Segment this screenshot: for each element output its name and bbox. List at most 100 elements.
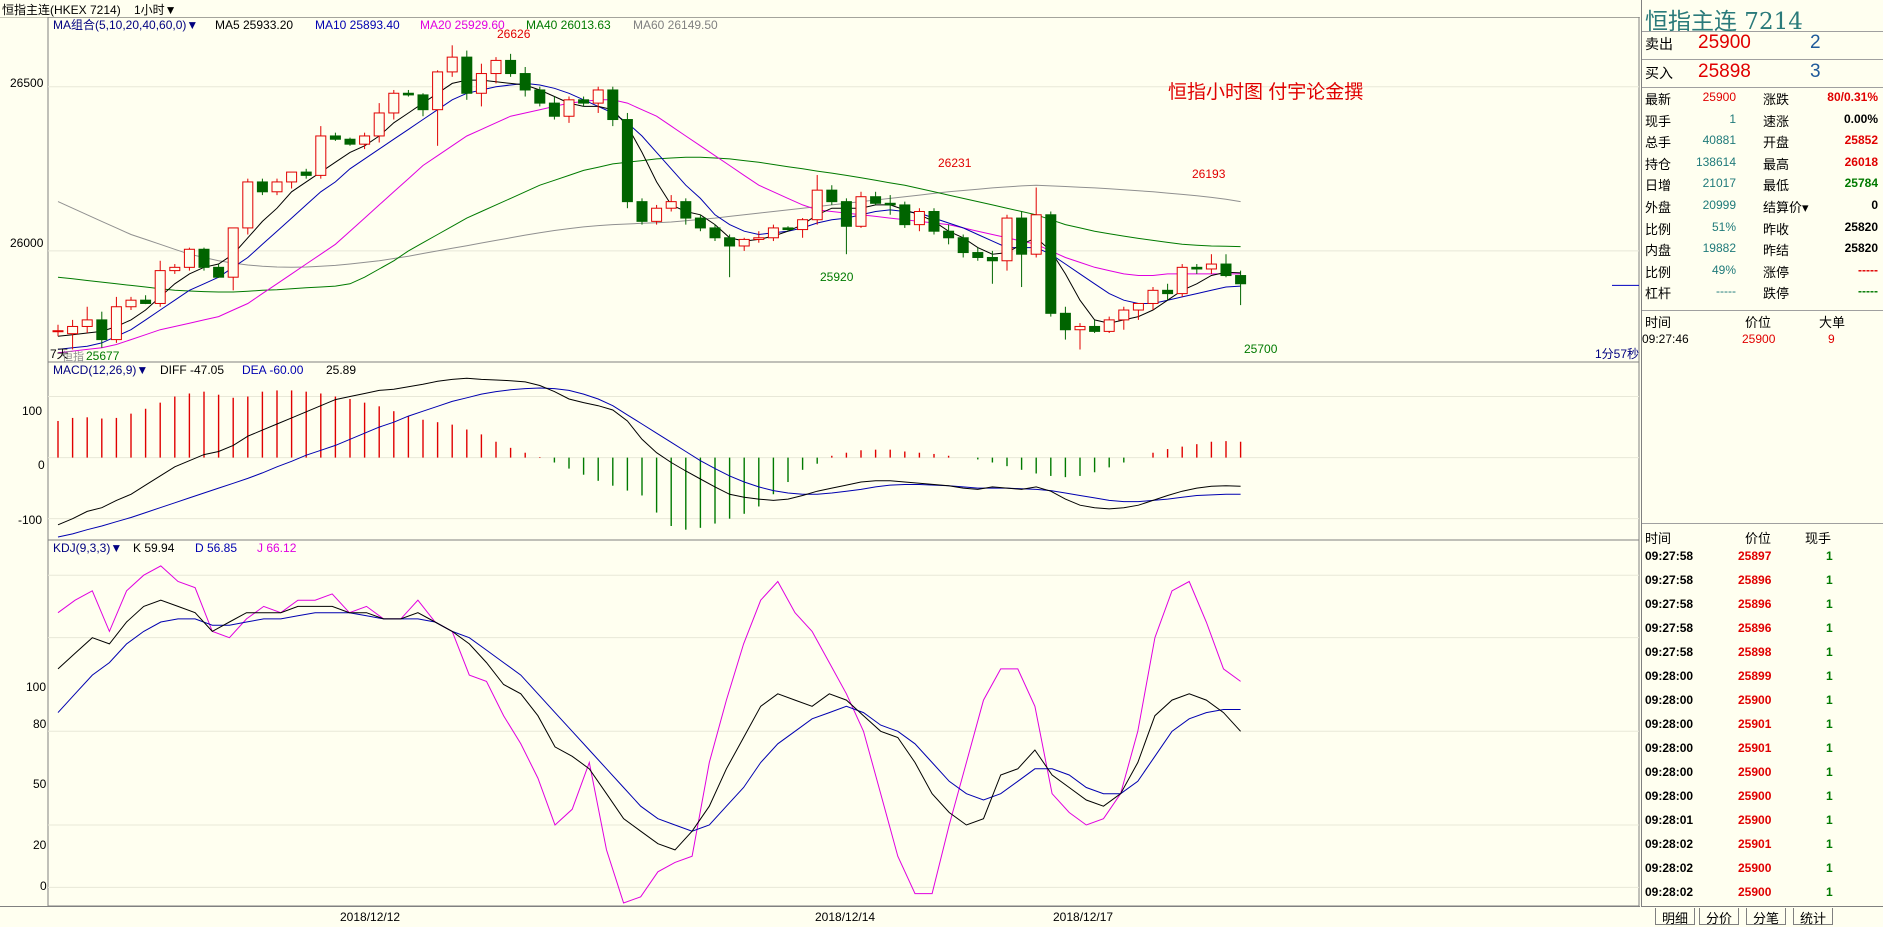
tick-row[interactable]: 09:28:00 25900 1 [1642,789,1883,810]
tick-qty: 1 [1826,885,1833,899]
kdj-panel-frame [47,539,1640,907]
tick-row[interactable]: 09:28:00 25899 1 [1642,669,1883,690]
big-order-row[interactable]: 09:27:46 25900 9 [1642,332,1883,353]
stat-label: 持仓 [1645,156,1672,172]
tick-row[interactable]: 09:27:58 25898 1 [1642,645,1883,666]
candle [1147,287,1159,311]
stats-row: 比例 49% 涨停 ----- [1642,262,1883,283]
tick-qty: 1 [1826,861,1833,875]
candle-body [928,210,940,232]
candle [490,57,502,84]
tick-row[interactable]: 09:28:00 25901 1 [1642,717,1883,738]
tick-row[interactable]: 09:27:58 25896 1 [1642,573,1883,594]
candle-body [855,196,867,227]
ma-indicator-label[interactable]: MA组合(5,10,20,40,60,0)▼ [53,17,198,32]
sell-row[interactable]: 卖出 25900 2 [1642,32,1883,58]
tick-row[interactable]: 09:27:58 25897 1 [1642,549,1883,570]
candle-body [446,56,458,73]
candle-body [329,135,341,140]
candle-body [125,299,137,308]
macd-tick-neg100: -100 [18,513,42,527]
candle-body [505,59,517,75]
stat-value: 25820 [1844,219,1878,234]
period-selector[interactable]: 1小时▼ [134,1,177,18]
tab-price-dist[interactable]: 分价 [1699,908,1740,926]
candle-body [943,230,955,239]
tick-row[interactable]: 09:28:02 25900 1 [1642,885,1883,906]
tick-row[interactable]: 09:28:00 25900 1 [1642,765,1883,786]
candle [1059,306,1071,340]
stat-value: 25784 [1844,176,1878,191]
candle-body [767,227,779,239]
tick-price: 25896 [1738,597,1772,611]
candle [1118,306,1130,330]
tick-price: 25901 [1738,717,1772,731]
candle [344,137,356,146]
tick-price: 25900 [1738,789,1772,803]
tick-row[interactable]: 09:28:02 25900 1 [1642,861,1883,882]
candle [1016,211,1028,288]
chart-annotation: 恒指小时图 付宇论金撰 [1168,81,1363,103]
price-label-high: 26626 [497,27,531,41]
candles [52,45,1247,350]
tick-time: 09:27:58 [1645,597,1694,611]
tab-details[interactable]: 明细 [1655,908,1696,926]
stat-label: 杠杆 [1645,286,1672,302]
buy-row[interactable]: 买入 25898 3 [1642,61,1883,87]
candle-body [957,237,969,254]
stat-label: 比例 [1645,221,1672,237]
candle-body [680,201,692,219]
stat-label: 比例 [1645,264,1672,280]
candle [52,324,64,337]
tick-row[interactable]: 09:28:00 25901 1 [1642,741,1883,762]
candle-body [256,181,268,193]
tick-time: 09:28:00 [1645,789,1694,803]
kdj-tick-20: 20 [33,838,47,852]
candle-body [1074,325,1086,331]
stat-value: 138614 [1695,154,1736,169]
big-orders-header: 时间 价位 大单 [1642,312,1883,333]
tick-row[interactable]: 09:27:58 25896 1 [1642,597,1883,618]
candle [651,204,663,225]
candle-body [140,299,152,304]
candle [943,224,955,245]
stats-row: 外盘 20999 结算价▾ 0 [1642,197,1883,218]
candle-body [870,196,882,204]
macd-indicator-label[interactable]: MACD(12,26,9)▼ [53,363,148,377]
tick-row[interactable]: 09:28:01 25900 1 [1642,813,1883,834]
candle-body [1059,312,1071,331]
kdj-indicator-label[interactable]: KDJ(9,3,3)▼ [53,541,122,555]
candle-body [1162,289,1174,295]
stat-label: 最低 [1763,178,1790,194]
tick-row[interactable]: 09:28:00 25900 1 [1642,693,1883,714]
tick-price: 25901 [1738,741,1772,755]
candle [592,86,604,113]
tick-price: 25898 [1738,645,1772,659]
macd-diff-line [57,377,1241,526]
candle [870,191,882,205]
symbol-title[interactable]: 恒指主连(HKEX 7214) [2,1,121,18]
stats-row: 现手 1 速涨 0.00% [1642,111,1883,132]
stats-row: 比例 51% 昨收 25820 [1642,219,1883,240]
mini-watermark: 恒指 [62,349,84,363]
big-orders-time-header: 时间 [1645,315,1672,330]
ticks-price-header: 价位 [1745,531,1772,546]
tick-row[interactable]: 09:28:02 25901 1 [1642,837,1883,858]
tab-statistics[interactable]: 统计 [1793,908,1834,926]
stats-row: 持仓 138614 最高 26018 [1642,154,1883,175]
ma5-legend: MA5 25933.20 [215,18,293,32]
candle [767,224,779,242]
chart-area[interactable]: MA组合(5,10,20,40,60,0)▼ MA5 25933.20 MA10… [0,16,1640,910]
stat-label: 最高 [1763,156,1790,172]
tick-row[interactable]: 09:27:58 25896 1 [1642,621,1883,642]
candle-body [534,89,546,104]
candle [913,208,925,232]
tab-tick-split[interactable]: 分笔 [1746,908,1787,926]
candle [840,198,852,255]
macd-panel-frame [47,361,1640,541]
countdown-timer: 1分57秒 [1595,347,1639,361]
candle-body [592,89,604,104]
stat-label: 内盘 [1645,243,1672,259]
tick-time: 09:28:00 [1645,693,1694,707]
kdj-j-line [57,565,1241,904]
